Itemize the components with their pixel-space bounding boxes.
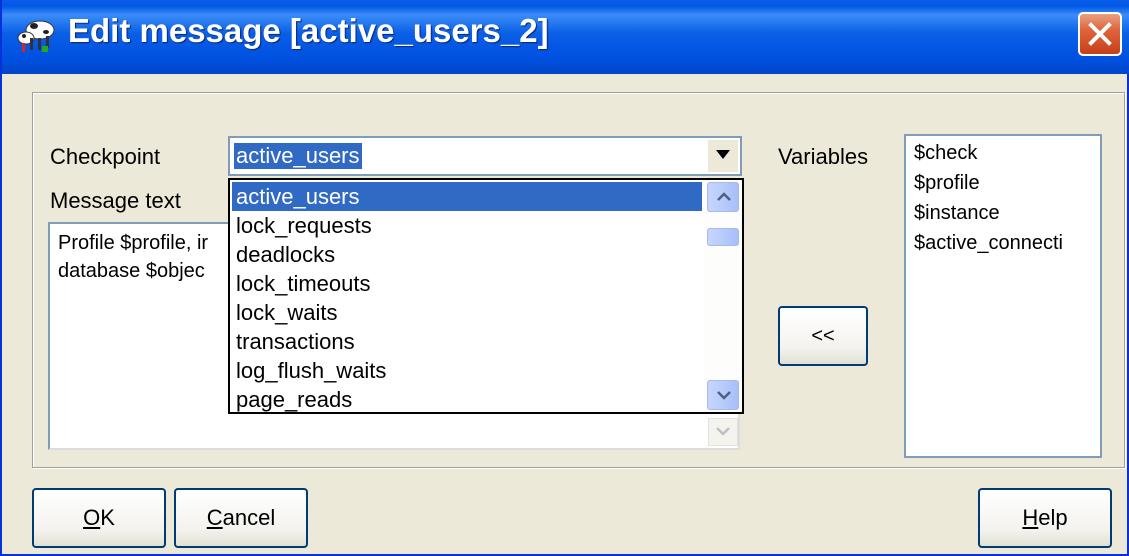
- dropdown-option-lock-waits[interactable]: lock_waits: [232, 298, 702, 327]
- dropdown-option-active-users[interactable]: active_users: [232, 182, 702, 211]
- message-scroll-down-button[interactable]: [708, 418, 738, 446]
- ok-label: K: [100, 505, 115, 530]
- scroll-up-button[interactable]: [707, 182, 739, 212]
- variable-item[interactable]: $profile: [914, 172, 980, 195]
- variables-list[interactable]: $check $profile $instance $active_connec…: [904, 134, 1102, 458]
- cancel-mnemonic: C: [206, 505, 223, 530]
- message-line: Profile $profile, ir: [58, 232, 209, 254]
- message-text-label: Message text: [50, 188, 181, 213]
- help-mnemonic: H: [1022, 505, 1039, 530]
- dropdown-option-deadlocks[interactable]: deadlocks: [232, 240, 702, 269]
- variables-label: Variables: [778, 144, 869, 169]
- dropdown-option-log-flush-waits[interactable]: log_flush_waits: [232, 356, 702, 385]
- help-label: elp: [1038, 505, 1068, 530]
- dropdown-option-lock-timeouts[interactable]: lock_timeouts: [232, 269, 702, 298]
- cancel-label: ancel: [222, 505, 276, 530]
- scroll-thumb[interactable]: [707, 228, 739, 246]
- insert-variable-button[interactable]: <<: [778, 306, 868, 366]
- ok-mnemonic: O: [83, 505, 101, 530]
- dropdown-scrollbar[interactable]: [704, 180, 742, 412]
- title-bar[interactable]: Edit message [active_users_2]: [2, 0, 1129, 74]
- message-line: database $objec: [58, 260, 205, 282]
- variable-item[interactable]: $instance: [914, 202, 1000, 225]
- variable-item[interactable]: $active_connecti: [914, 232, 1063, 255]
- variable-item[interactable]: $check: [914, 142, 977, 165]
- checkpoint-dropdown-list[interactable]: active_users lock_requests deadlocks loc…: [228, 178, 744, 414]
- edit-message-dialog: Edit message [active_users_2] Checkpoint…: [0, 0, 1129, 556]
- checkpoint-combobox[interactable]: active_users: [228, 136, 742, 176]
- cows-app-icon: [16, 16, 58, 56]
- ok-button[interactable]: OK: [32, 488, 166, 548]
- dropdown-option-lock-requests[interactable]: lock_requests: [232, 211, 702, 240]
- close-button[interactable]: [1078, 12, 1122, 56]
- checkpoint-label: Checkpoint: [50, 144, 161, 169]
- dropdown-button[interactable]: [708, 140, 738, 172]
- checkpoint-value: active_users: [234, 143, 362, 169]
- dropdown-option-page-reads[interactable]: page_reads: [232, 385, 702, 412]
- cancel-button[interactable]: Cancel: [174, 488, 308, 548]
- window-title: Edit message [active_users_2]: [68, 12, 549, 49]
- help-button[interactable]: Help: [978, 488, 1112, 548]
- dropdown-option-transactions[interactable]: transactions: [232, 327, 702, 356]
- scroll-down-button[interactable]: [707, 380, 739, 410]
